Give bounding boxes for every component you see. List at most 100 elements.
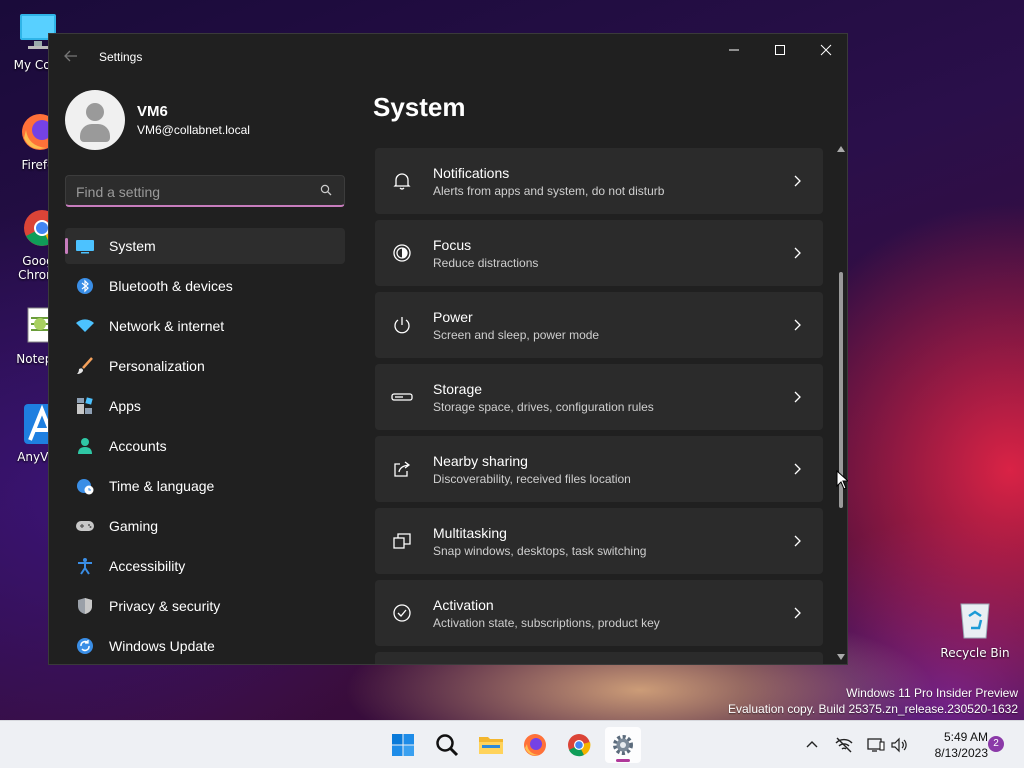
taskbar-search-button[interactable] [429, 727, 465, 763]
sidebar-item-label: Privacy & security [109, 598, 221, 614]
scroll-up-arrow-icon[interactable] [837, 146, 845, 152]
bluetooth-icon [75, 276, 95, 296]
sidebar-item-bluetooth[interactable]: Bluetooth & devices [65, 268, 345, 304]
setting-multitasking[interactable]: Multitasking Snap windows, desktops, task… [375, 508, 823, 574]
sidebar-item-accounts[interactable]: Accounts [65, 428, 345, 464]
setting-title: Storage [433, 380, 483, 397]
setting-title: Power [433, 308, 473, 325]
minimize-button[interactable] [711, 34, 757, 66]
taskbar-settings[interactable] [605, 727, 641, 763]
setting-notifications[interactable]: Notifications Alerts from apps and system… [375, 148, 823, 214]
search-input[interactable] [76, 182, 306, 202]
sidebar-item-privacy-security[interactable]: Privacy & security [65, 588, 345, 624]
tray-display[interactable] [866, 735, 886, 755]
tray-network[interactable] [834, 735, 854, 755]
clock-date: 8/13/2023 [934, 746, 988, 760]
search-icon[interactable] [320, 184, 332, 196]
sidebar-item-gaming[interactable]: Gaming [65, 508, 345, 544]
sidebar-item-label: Bluetooth & devices [109, 278, 233, 294]
setting-next-partial[interactable] [375, 652, 823, 664]
display-icon [867, 738, 885, 752]
sidebar-item-network[interactable]: Network & internet [65, 308, 345, 344]
back-arrow-icon [64, 50, 77, 62]
chrome-icon [568, 734, 591, 757]
firefox-icon [524, 734, 546, 756]
chevron-right-icon [794, 463, 801, 475]
title-bar[interactable]: Settings [49, 34, 847, 82]
sidebar-item-label: Personalization [109, 358, 205, 374]
taskbar-chrome[interactable] [561, 727, 597, 763]
profile-name: VM6 [137, 103, 168, 120]
chevron-up-icon [806, 741, 818, 748]
share-icon [391, 458, 413, 480]
setting-subtitle: Reduce distractions [433, 255, 539, 270]
settings-window: Settings VM6 VM6@collabnet.local System [48, 33, 848, 665]
setting-subtitle: Snap windows, desktops, task switching [433, 543, 647, 558]
settings-icon [613, 735, 633, 755]
chevron-right-icon [794, 247, 801, 259]
sidebar-item-label: Gaming [109, 518, 159, 534]
setting-activation[interactable]: Activation Activation state, subscription… [375, 580, 823, 646]
taskbar-clock[interactable]: 5:49 AM 8/13/2023 [912, 729, 988, 761]
tray-overflow-button[interactable] [802, 735, 822, 755]
sidebar-item-label: Windows Update [109, 638, 215, 654]
clock-time: 5:49 AM [943, 730, 988, 744]
tray-volume[interactable] [890, 735, 910, 755]
taskbar-firefox[interactable] [517, 727, 553, 763]
scrollbar[interactable] [835, 142, 847, 664]
setting-title: Activation [433, 596, 494, 613]
globe-clock-icon [75, 476, 95, 496]
notification-badge[interactable]: 2 [988, 736, 1004, 752]
sidebar-item-accessibility[interactable]: Accessibility [65, 548, 345, 584]
recycle-bin-icon [953, 598, 997, 642]
sidebar-item-apps[interactable]: Apps [65, 388, 345, 424]
chevron-right-icon [794, 175, 801, 187]
start-button[interactable] [385, 727, 421, 763]
setting-subtitle: Storage space, drives, configuration rul… [433, 399, 654, 414]
volume-icon [891, 737, 907, 753]
sidebar-item-label: Accounts [109, 438, 167, 454]
search-box[interactable] [65, 175, 345, 207]
wifi-icon [75, 316, 95, 336]
sidebar-item-system[interactable]: System [65, 228, 345, 264]
setting-title: Multitasking [433, 524, 507, 541]
taskbar: 5:49 AM 8/13/2023 [0, 720, 1024, 768]
brush-icon [75, 356, 95, 376]
sidebar-item-label: Time & language [109, 478, 215, 494]
setting-focus[interactable]: Focus Reduce distractions [375, 220, 823, 286]
setting-subtitle: Alerts from apps and system, do not dist… [433, 183, 665, 198]
user-profile[interactable]: VM6 VM6@collabnet.local [65, 90, 250, 150]
update-icon [75, 636, 95, 656]
system-icon [75, 236, 95, 256]
settings-list: Notifications Alerts from apps and system… [373, 140, 825, 664]
scroll-down-arrow-icon[interactable] [837, 654, 845, 660]
taskbar-file-explorer[interactable] [473, 727, 509, 763]
activation-icon [391, 602, 413, 624]
sidebar-item-label: Network & internet [109, 318, 225, 334]
desktop-icon-recycle-bin[interactable]: Recycle Bin [940, 598, 1010, 660]
focus-icon [391, 242, 413, 264]
accounts-icon [75, 436, 95, 456]
evaluation-watermark: Windows 11 Pro Insider Preview Evaluatio… [728, 685, 1018, 717]
active-app-indicator [616, 759, 630, 762]
back-button[interactable] [63, 48, 83, 68]
setting-nearby-sharing[interactable]: Nearby sharing Discoverability, received … [375, 436, 823, 502]
close-icon [820, 44, 832, 56]
sidebar-item-windows-update[interactable]: Windows Update [65, 628, 345, 664]
setting-power[interactable]: Power Screen and sleep, power mode [375, 292, 823, 358]
window-title: Settings [99, 50, 143, 64]
setting-storage[interactable]: Storage Storage space, drives, configurat… [375, 364, 823, 430]
setting-title: Notifications [433, 164, 510, 181]
setting-title: Focus [433, 236, 472, 253]
sidebar-item-personalization[interactable]: Personalization [65, 348, 345, 384]
desktop-icon-label: Recycle Bin [940, 646, 1010, 660]
profile-email: VM6@collabnet.local [137, 123, 250, 137]
sidebar-item-time-language[interactable]: Time & language [65, 468, 345, 504]
file-explorer-icon [479, 737, 503, 754]
multitasking-icon [391, 530, 413, 552]
watermark-line2: Evaluation copy. Build 25375.zn_release.… [728, 702, 1018, 716]
search-icon [436, 734, 459, 757]
maximize-button[interactable] [757, 34, 803, 66]
close-button[interactable] [803, 34, 847, 66]
chevron-right-icon [794, 535, 801, 547]
